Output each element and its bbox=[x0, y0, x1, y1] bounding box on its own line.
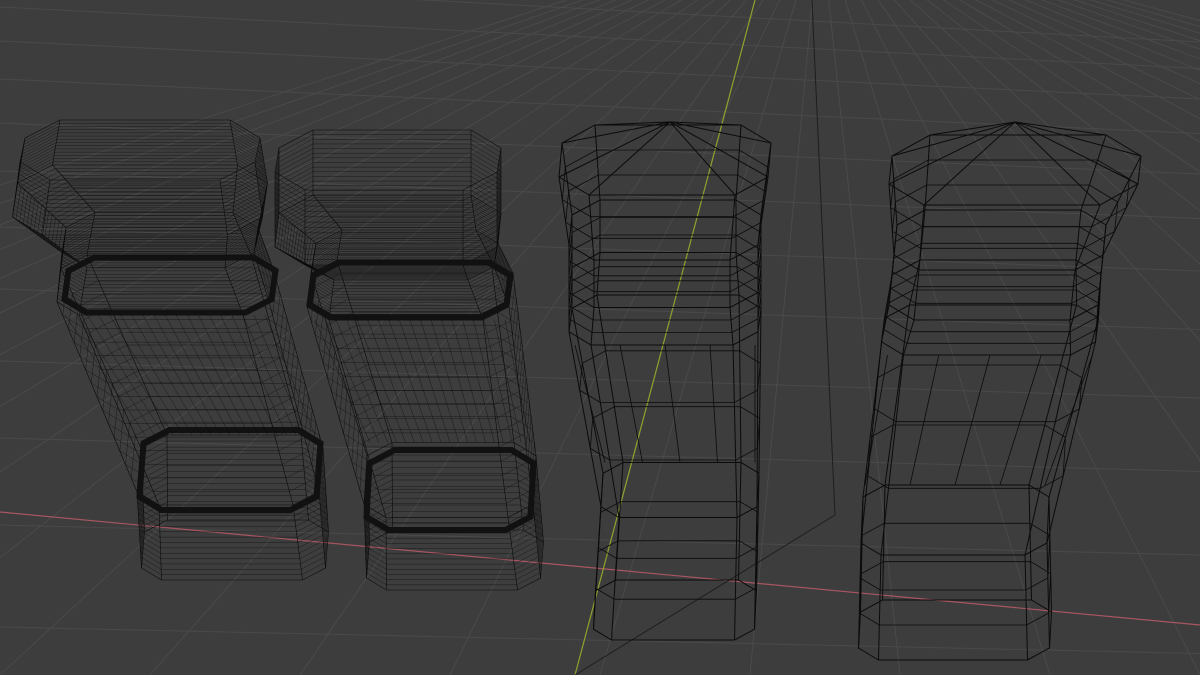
floor-grid bbox=[0, 0, 1200, 675]
wireframe-jar-dense-2[interactable] bbox=[274, 129, 544, 591]
3d-viewport[interactable] bbox=[0, 0, 1200, 675]
wireframe-jar-low-2[interactable] bbox=[857, 121, 1142, 661]
wireframe-jar-low-1[interactable] bbox=[558, 121, 772, 641]
viewport-canvas[interactable] bbox=[0, 0, 1200, 675]
y-axis-line bbox=[574, 0, 756, 675]
